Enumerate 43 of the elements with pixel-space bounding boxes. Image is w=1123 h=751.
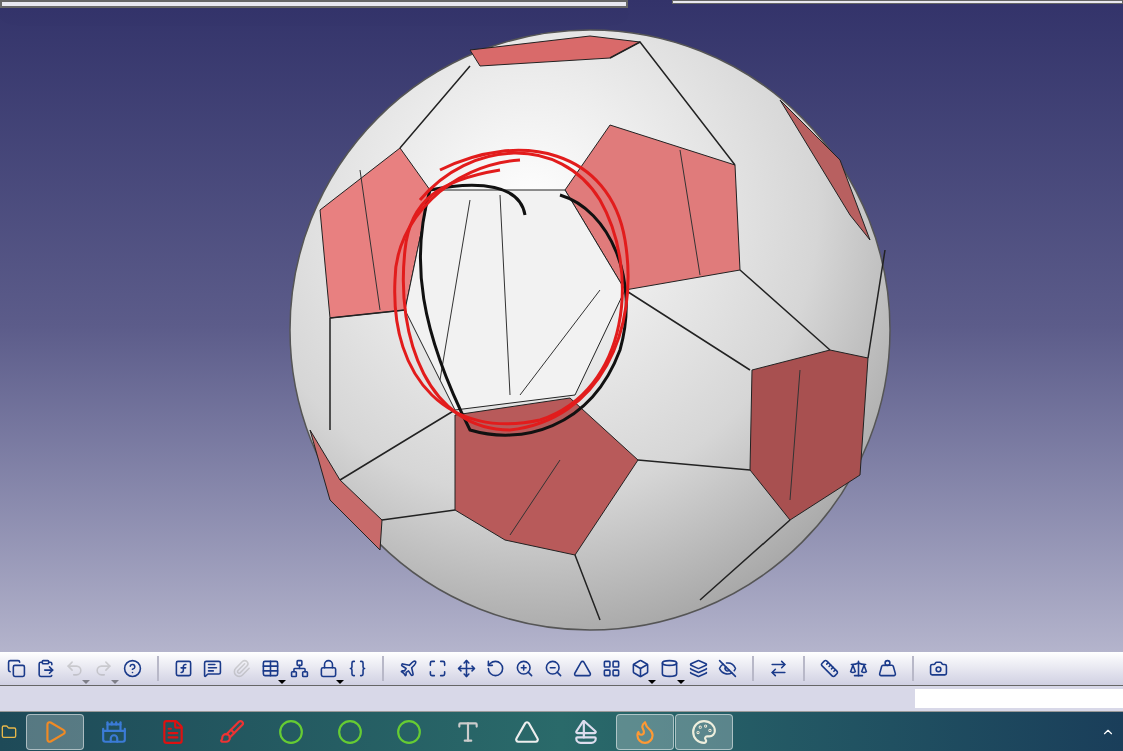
3d-viewport[interactable] — [0, 0, 1123, 652]
zoom-out-icon — [544, 659, 563, 678]
camera-icon — [929, 659, 948, 678]
help-icon — [123, 659, 142, 678]
triangle-icon — [573, 659, 592, 678]
lock-icon — [319, 659, 338, 678]
fit-all-icon — [428, 659, 447, 678]
sphere-icon — [278, 718, 304, 745]
cylinder-icon — [660, 659, 679, 678]
taskbar-button[interactable] — [675, 713, 733, 750]
brush-icon — [219, 718, 245, 745]
pan-icon — [457, 659, 476, 678]
layers-icon — [689, 659, 708, 678]
triangle-icon — [514, 718, 540, 745]
braces-icon — [348, 659, 367, 678]
sphere-icon — [337, 718, 363, 745]
ship-icon — [573, 718, 599, 745]
taskbar-button[interactable] — [26, 713, 84, 750]
hide-icon — [718, 659, 737, 678]
tree-icon — [290, 659, 309, 678]
weight-icon — [878, 659, 897, 678]
sphere-icon — [396, 718, 422, 745]
scale-icon — [849, 659, 868, 678]
rotate-icon — [486, 659, 505, 678]
table-icon — [261, 659, 280, 678]
zoom-in-icon — [515, 659, 534, 678]
castle-icon — [101, 718, 127, 745]
plane-icon — [399, 659, 418, 678]
grid-icon — [602, 659, 621, 678]
copy-icon — [7, 659, 26, 678]
command-input-field[interactable] — [915, 689, 1123, 708]
ruler-icon — [820, 659, 839, 678]
palette-icon — [691, 718, 717, 745]
document-icon — [160, 718, 186, 745]
paperclip-icon — [232, 659, 251, 678]
undo-icon — [65, 659, 84, 678]
function-icon — [174, 659, 193, 678]
cube-icon — [631, 659, 650, 678]
redo-icon — [94, 659, 113, 678]
speech-bubble-icon — [203, 659, 222, 678]
taskbar-button[interactable] — [616, 713, 674, 750]
swap-icon — [769, 659, 788, 678]
paste-icon — [36, 659, 55, 678]
